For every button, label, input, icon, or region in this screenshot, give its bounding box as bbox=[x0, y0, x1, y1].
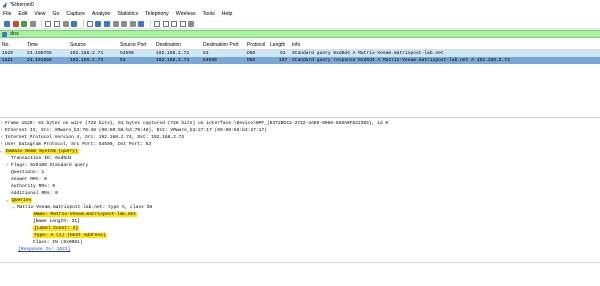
column-header-destination[interactable]: Destination bbox=[156, 42, 181, 48]
tree-item-dns[interactable]: ⌄ Domain Name System (query) bbox=[0, 148, 79, 155]
find-packet-icon[interactable] bbox=[86, 20, 93, 27]
column-header-source[interactable]: Source bbox=[70, 42, 86, 48]
response-in-link[interactable]: [Response In: 1521] bbox=[18, 247, 70, 252]
packet-protocol: DNS bbox=[247, 58, 256, 63]
title-bar: *Ethernet0 bbox=[0, 0, 600, 9]
capture-options-icon[interactable] bbox=[29, 20, 36, 27]
column-header-info[interactable]: Info bbox=[292, 42, 300, 48]
main-toolbar bbox=[0, 19, 600, 29]
tree-item-query-entry[interactable]: ⌄ Matrix-Veeam.matrixpost-lab.net: type A… bbox=[12, 204, 152, 211]
column-header-protocol[interactable]: Protocol bbox=[247, 42, 265, 48]
packet-row[interactable]: 1521 24.191666 192.168.2.73 53 192.168.2… bbox=[0, 57, 600, 64]
bookmark-filter-icon[interactable] bbox=[2, 31, 7, 37]
go-forward-icon[interactable] bbox=[103, 20, 110, 27]
tree-item-name-length[interactable]: [Name Length: 31] bbox=[33, 218, 80, 225]
toolbar-separator bbox=[149, 20, 151, 27]
normal-size-icon[interactable] bbox=[179, 20, 186, 27]
toolbar-separator bbox=[41, 20, 43, 27]
packet-no: 1520 bbox=[2, 51, 14, 56]
open-file-icon[interactable] bbox=[45, 20, 52, 27]
tree-item-queries[interactable]: ⌄ Queries bbox=[6, 197, 33, 204]
tree-item-questions[interactable]: Questions: 1 bbox=[11, 169, 44, 176]
tree-item-class[interactable]: Class: IN (0x0001) bbox=[33, 239, 83, 246]
packet-destination: 192.168.2.74 bbox=[156, 58, 190, 63]
column-header-source-port[interactable]: Source Port bbox=[120, 42, 146, 48]
packet-time: 24.190765 bbox=[27, 51, 52, 56]
menu-telephony[interactable]: Telephony bbox=[145, 11, 169, 17]
go-back-icon[interactable] bbox=[95, 20, 102, 27]
column-header-time[interactable]: Time bbox=[27, 42, 38, 48]
packet-destination-port: 53 bbox=[203, 51, 209, 56]
display-filter-bar[interactable]: dns bbox=[0, 30, 600, 38]
packet-source-port: 53 bbox=[120, 58, 126, 63]
menu-edit[interactable]: Edit bbox=[18, 11, 27, 17]
column-header-no[interactable]: No. bbox=[2, 42, 10, 48]
tree-item-flags[interactable]: › Flags: 0x0100 Standard query bbox=[6, 162, 88, 169]
window-title: *Ethernet0 bbox=[10, 1, 34, 8]
wireshark-fin-icon bbox=[2, 2, 8, 7]
menu-statistics[interactable]: Statistics bbox=[117, 11, 138, 17]
display-filter-input[interactable]: dns bbox=[10, 31, 19, 37]
tree-item-udp[interactable]: › User Datagram Protocol, Src Port: 54590… bbox=[0, 141, 151, 148]
resize-columns-icon[interactable] bbox=[188, 20, 195, 27]
tree-item-response-in[interactable]: [Response In: 1521] bbox=[18, 246, 70, 253]
tree-item-name[interactable]: Name: Matrix-Veeam.matrixpost-lab.net bbox=[33, 211, 137, 218]
tree-item-type[interactable]: Type: A (1) (Host Address) bbox=[33, 232, 107, 239]
tree-item-authority-rrs[interactable]: Authority RRs: 0 bbox=[11, 183, 55, 190]
packet-time: 24.191666 bbox=[27, 58, 52, 63]
close-file-icon[interactable] bbox=[62, 20, 69, 27]
menu-go[interactable]: Go bbox=[52, 11, 59, 17]
packet-list-header: No. Time Source Source Port Destination … bbox=[0, 40, 600, 50]
tree-item-label-count[interactable]: [Label Count: 3] bbox=[33, 225, 80, 232]
tree-item-answer-rrs[interactable]: Answer RRs: 0 bbox=[11, 176, 47, 183]
reload-icon[interactable] bbox=[71, 20, 78, 27]
packet-destination-port: 54590 bbox=[203, 58, 217, 63]
menu-bar: File Edit View Go Capture Analyze Statis… bbox=[0, 9, 600, 19]
packet-protocol: DNS bbox=[247, 51, 256, 56]
menu-help[interactable]: Help bbox=[222, 11, 233, 17]
packet-source: 192.168.2.74 bbox=[70, 51, 104, 56]
column-header-length[interactable]: Length bbox=[270, 42, 285, 48]
packet-info: Standard query response 0xd0d4 A Matrix-… bbox=[292, 58, 510, 63]
save-file-icon[interactable] bbox=[53, 20, 60, 27]
packet-info: Standard query 0xd0d4 A Matrix-Veeam.mat… bbox=[292, 51, 444, 56]
autoscroll-icon[interactable] bbox=[138, 20, 145, 27]
packet-source-port: 54590 bbox=[120, 51, 134, 56]
toolbar-separator bbox=[82, 20, 84, 27]
pane-divider[interactable] bbox=[0, 262, 600, 263]
zoom-in-icon[interactable] bbox=[162, 20, 169, 27]
go-first-icon[interactable] bbox=[121, 20, 128, 27]
tree-item-additional-rrs[interactable]: Additional RRs: 0 bbox=[11, 190, 58, 197]
packet-no: 1521 bbox=[2, 58, 14, 63]
colorize-icon[interactable] bbox=[153, 20, 160, 27]
packet-source: 192.168.2.73 bbox=[70, 58, 104, 63]
menu-view[interactable]: View bbox=[34, 11, 45, 17]
packet-row[interactable]: 1520 24.190765 192.168.2.74 54590 192.16… bbox=[0, 50, 600, 57]
restart-capture-icon[interactable] bbox=[21, 20, 28, 27]
start-capture-icon[interactable] bbox=[4, 20, 10, 27]
column-header-destination-port[interactable]: Destination Port bbox=[203, 42, 239, 48]
menu-analyze[interactable]: Analyze bbox=[92, 11, 110, 17]
packet-length: 91 bbox=[280, 51, 286, 56]
tree-item-frame[interactable]: › Frame 1520: 91 bytes on wire (728 bits)… bbox=[0, 120, 388, 127]
stop-capture-icon[interactable] bbox=[12, 20, 19, 27]
tree-item-transaction-id[interactable]: Transaction ID: 0xd0d4 bbox=[11, 155, 72, 162]
packet-details-pane: › Frame 1520: 91 bytes on wire (728 bits)… bbox=[0, 117, 600, 260]
tree-item-ip[interactable]: › Internet Protocol Version 4, Src: 192.1… bbox=[0, 134, 184, 141]
menu-wireless[interactable]: Wireless bbox=[176, 11, 196, 17]
menu-file[interactable]: File bbox=[3, 11, 11, 17]
packet-destination: 192.168.2.73 bbox=[156, 51, 190, 56]
go-to-packet-icon[interactable] bbox=[112, 20, 119, 27]
tree-item-ethernet[interactable]: › Ethernet II, Src: VMware_b3:70:48 (00:5… bbox=[0, 127, 267, 134]
menu-capture[interactable]: Capture bbox=[66, 11, 84, 17]
menu-tools[interactable]: Tools bbox=[203, 11, 215, 17]
zoom-out-icon[interactable] bbox=[171, 20, 178, 27]
go-last-icon[interactable] bbox=[129, 20, 136, 27]
packet-length: 107 bbox=[279, 58, 288, 63]
